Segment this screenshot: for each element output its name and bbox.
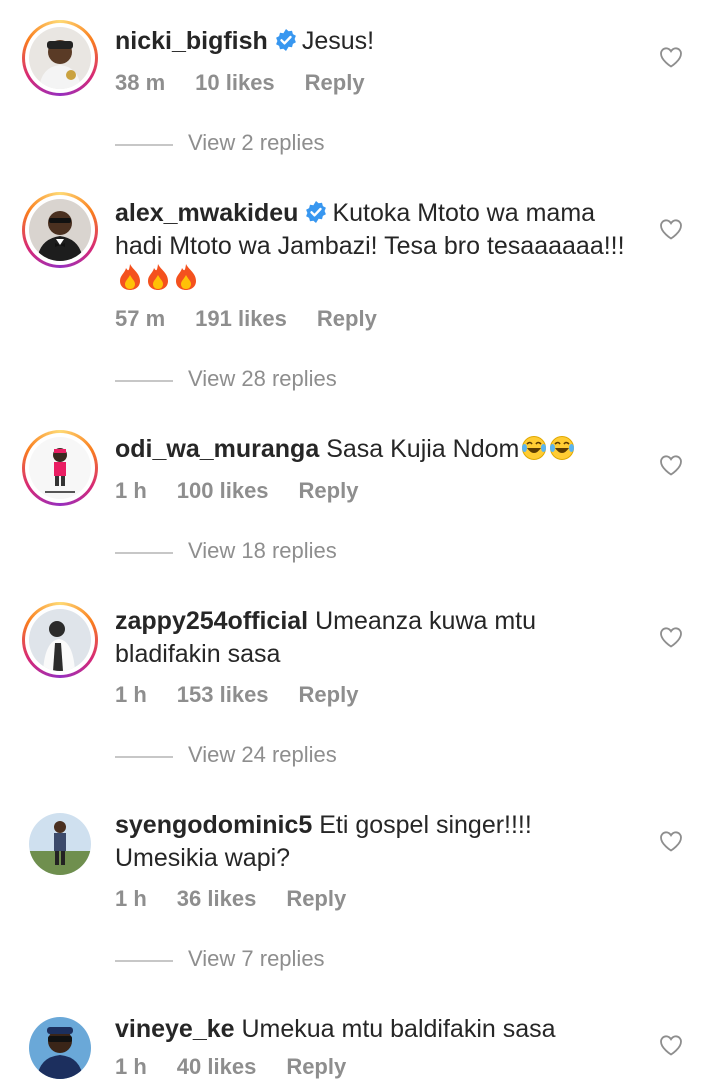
comment-username[interactable]: nicki_bigfish [115, 27, 268, 55]
avatar[interactable] [29, 609, 91, 671]
fire-emoji-group [115, 264, 199, 293]
comment-username[interactable]: odi_wa_muranga [115, 435, 319, 463]
laughing-emoji-group [519, 435, 575, 463]
avatar[interactable] [29, 27, 91, 89]
comment-meta: 1 h 36 likes Reply [115, 886, 376, 912]
comment-likes[interactable]: 191 likes [195, 306, 287, 331]
fire-emoji-icon [148, 264, 168, 290]
comment-meta: 57 m 191 likes Reply [115, 306, 407, 332]
avatar-story-ring[interactable] [22, 430, 98, 506]
laughing-tears-emoji-icon [522, 436, 547, 460]
heart-icon[interactable] [659, 1034, 683, 1056]
view-replies-button[interactable]: View 24 replies [115, 742, 515, 772]
comment-likes[interactable]: 100 likes [177, 478, 269, 503]
comment-text-block: odi_wa_muranga Sasa Kujia Ndom [115, 433, 635, 466]
comment-likes[interactable]: 40 likes [177, 1054, 257, 1079]
reply-button[interactable]: Reply [299, 478, 359, 503]
fire-emoji-icon [176, 264, 196, 290]
comment-meta: 1 h 153 likes Reply [115, 682, 388, 708]
view-replies-label[interactable]: View 7 replies [188, 946, 325, 972]
avatar[interactable] [29, 437, 91, 499]
heart-icon[interactable] [659, 454, 683, 476]
comment-likes[interactable]: 10 likes [195, 70, 275, 95]
fire-emoji-icon [120, 264, 140, 290]
comment-username[interactable]: zappy254official [115, 607, 308, 635]
comment-username[interactable]: syengodominic5 [115, 811, 312, 839]
replies-divider [115, 756, 173, 758]
avatar-story-ring[interactable] [22, 602, 98, 678]
reply-button[interactable]: Reply [305, 70, 365, 95]
comment-text-block: syengodominic5 Eti gospel singer!!!! Ume… [115, 809, 635, 875]
avatar-story-ring[interactable] [22, 192, 98, 268]
comment-text-block: vineye_ke Umekua mtu baldifakin sasa [115, 1013, 635, 1046]
avatar[interactable] [29, 1017, 91, 1079]
comment-text-block: alex_mwakideu Kutoka Mtoto wa mama hadi M… [115, 197, 635, 296]
reply-button[interactable]: Reply [286, 886, 346, 911]
comment-body: Sasa Kujia Ndom [326, 435, 520, 463]
comment-meta: 1 h 100 likes Reply [115, 478, 388, 504]
reply-button[interactable]: Reply [286, 1054, 346, 1079]
comment-text-block: zappy254official Umeanza kuwa mtu bladif… [115, 605, 635, 671]
view-replies-label[interactable]: View 2 replies [188, 130, 325, 156]
comment-time: 38 m [115, 70, 166, 95]
view-replies-button[interactable]: View 2 replies [115, 130, 515, 160]
comment-time: 1 h [115, 682, 147, 707]
comment-time: 1 h [115, 886, 147, 911]
view-replies-button[interactable]: View 18 replies [115, 538, 515, 568]
view-replies-button[interactable]: View 28 replies [115, 366, 515, 396]
comment-body: Umekua mtu baldifakin sasa [241, 1015, 556, 1043]
heart-icon[interactable] [659, 626, 683, 648]
replies-divider [115, 960, 173, 962]
reply-button[interactable]: Reply [317, 306, 377, 331]
view-replies-label[interactable]: View 28 replies [188, 366, 337, 392]
replies-divider [115, 552, 173, 554]
view-replies-button[interactable]: View 7 replies [115, 946, 515, 976]
avatar[interactable] [29, 199, 91, 261]
comment-likes[interactable]: 36 likes [177, 886, 257, 911]
verified-badge-icon [306, 201, 327, 223]
comment-likes[interactable]: 153 likes [177, 682, 269, 707]
view-replies-label[interactable]: View 18 replies [188, 538, 337, 564]
comment-time: 57 m [115, 306, 166, 331]
comment-text-block: nicki_bigfish Jesus! [115, 25, 635, 58]
comment-time: 1 h [115, 478, 147, 503]
comment-username[interactable]: vineye_ke [115, 1015, 235, 1043]
avatar-story-ring[interactable] [22, 20, 98, 96]
heart-icon[interactable] [659, 46, 683, 68]
heart-icon[interactable] [659, 218, 683, 240]
replies-divider [115, 380, 173, 382]
comment-username[interactable]: alex_mwakideu [115, 199, 298, 227]
replies-divider [115, 144, 173, 146]
verified-badge-icon [275, 29, 296, 51]
comment-time: 1 h [115, 1054, 147, 1079]
view-replies-label[interactable]: View 24 replies [188, 742, 337, 768]
comment-meta: 1 h 40 likes Reply [115, 1054, 376, 1080]
comment-body: Jesus! [301, 27, 375, 55]
laughing-tears-emoji-icon [550, 436, 575, 460]
avatar-wrapper[interactable] [22, 806, 98, 882]
reply-button[interactable]: Reply [299, 682, 359, 707]
avatar-wrapper[interactable] [22, 1010, 98, 1086]
comment-meta: 38 m 10 likes Reply [115, 70, 395, 96]
avatar[interactable] [29, 813, 91, 875]
heart-icon[interactable] [659, 830, 683, 852]
